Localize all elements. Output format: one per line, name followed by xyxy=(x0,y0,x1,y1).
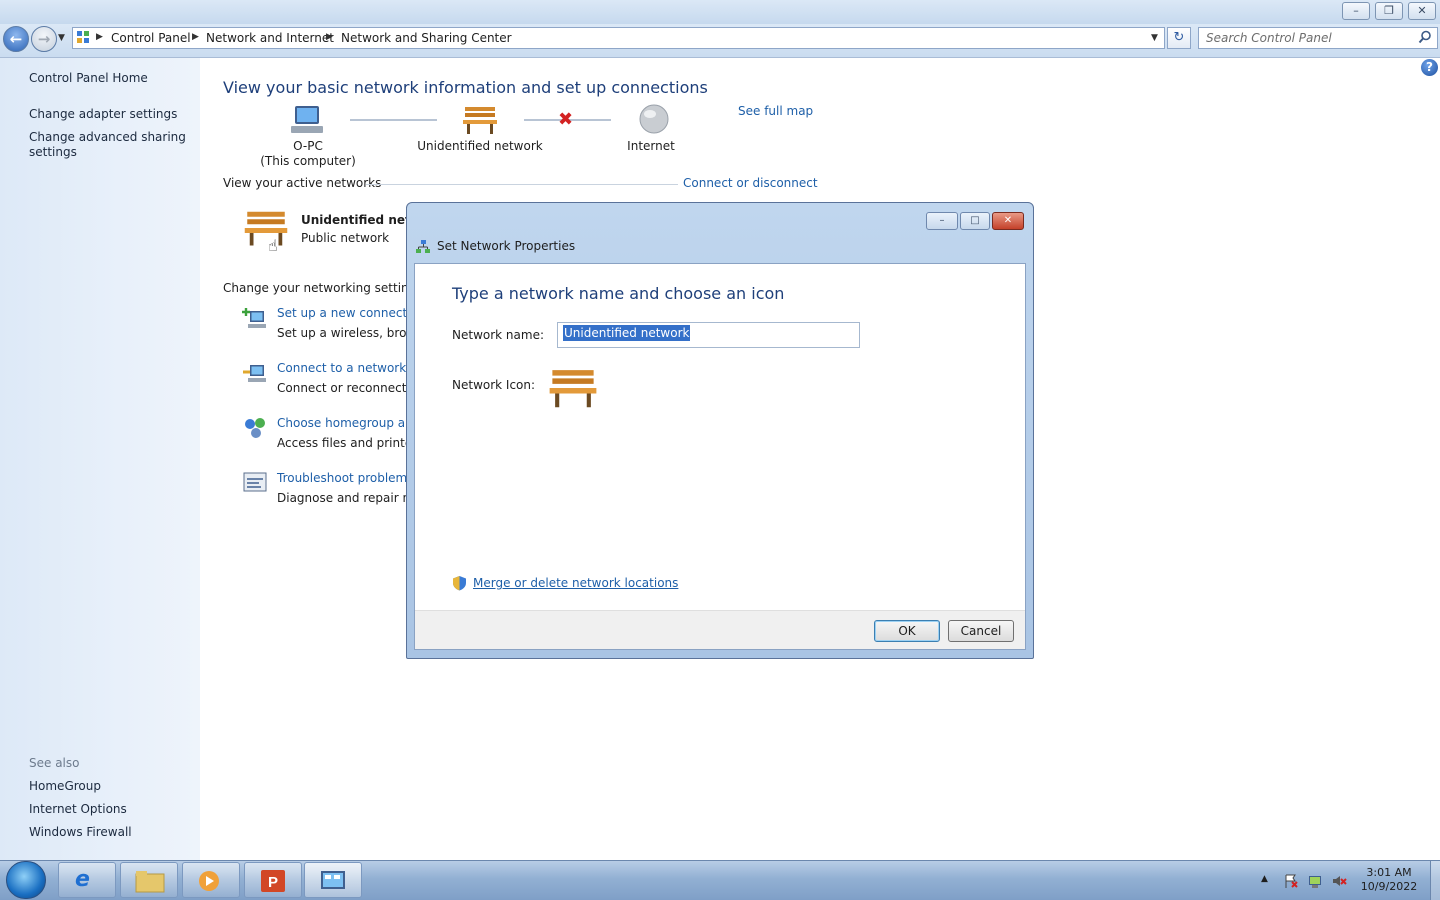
minimize-button[interactable]: – xyxy=(1342,2,1370,20)
dialog-heading: Type a network name and choose an icon xyxy=(452,284,785,303)
new-connection-icon xyxy=(242,308,266,328)
breadcrumb-control-panel[interactable]: Control Panel xyxy=(111,31,191,45)
taskbar-ie-button[interactable]: e xyxy=(58,862,116,898)
internet-explorer-icon: e xyxy=(75,867,90,892)
page-title: View your basic network information and … xyxy=(223,78,708,97)
network-map-label: Unidentified network xyxy=(417,139,543,153)
active-networks-label: View your active networks xyxy=(223,176,382,190)
internet-label: Internet xyxy=(627,139,675,153)
tray-clock[interactable]: 3:01 AM 10/9/2022 xyxy=(1352,866,1426,894)
homegroup-icon xyxy=(245,418,265,438)
restore-button[interactable]: ❐ xyxy=(1375,2,1403,20)
breadcrumb-network-sharing-center[interactable]: Network and Sharing Center xyxy=(341,31,512,45)
taskbar-media-player-button[interactable] xyxy=(182,862,240,898)
connect-network-icon xyxy=(243,365,266,382)
dialog-close-button[interactable]: ✕ xyxy=(992,212,1024,230)
dialog-title: Set Network Properties xyxy=(437,239,576,253)
control-panel-taskbar-icon xyxy=(321,871,345,889)
network-properties-icon xyxy=(416,240,430,253)
search-placeholder: Search Control Panel xyxy=(1206,31,1332,45)
bench-network-icon[interactable] xyxy=(462,104,498,136)
dialog-maximize-button[interactable]: □ xyxy=(960,212,990,230)
left-sidebar xyxy=(0,58,200,860)
task-setup-connection-link[interactable]: Set up a new connection xyxy=(277,306,425,320)
back-button[interactable]: ← xyxy=(3,26,29,52)
see-also-homegroup[interactable]: HomeGroup xyxy=(29,779,101,793)
taskbar-control-panel-button[interactable] xyxy=(304,862,362,898)
clock-time: 3:01 AM xyxy=(1366,866,1412,879)
taskbar-explorer-button[interactable] xyxy=(120,862,178,898)
taskbar-powerpoint-button[interactable]: P xyxy=(244,862,302,898)
task-homegroup-link[interactable]: Choose homegroup and xyxy=(277,416,420,430)
svg-text:P: P xyxy=(268,874,278,891)
dialog-minimize-button[interactable]: – xyxy=(926,212,958,230)
connect-disconnect-link[interactable]: Connect or disconnect xyxy=(683,176,818,190)
task-connect-network-link[interactable]: Connect to a network xyxy=(277,361,406,375)
section-divider xyxy=(366,184,678,185)
forward-button[interactable]: → xyxy=(31,26,57,52)
network-icon-label: Network Icon: xyxy=(452,378,536,392)
breadcrumb-network-internet[interactable]: Network and Internet xyxy=(206,31,334,45)
clock-date: 10/9/2022 xyxy=(1360,880,1418,893)
merge-delete-locations-link[interactable]: Merge or delete network locations xyxy=(473,576,678,590)
start-button[interactable] xyxy=(6,861,46,899)
active-network-type: Public network xyxy=(301,231,390,245)
ok-button[interactable]: OK xyxy=(874,620,940,642)
network-icon-picker[interactable] xyxy=(548,366,598,410)
folder-icon xyxy=(135,871,165,893)
sidebar-change-advanced-sharing[interactable]: Change advanced sharing xyxy=(29,130,186,144)
breadcrumb-separator-icon[interactable]: ▶ xyxy=(192,32,199,42)
sidebar-control-panel-home[interactable]: Control Panel Home xyxy=(29,71,148,85)
cancel-button[interactable]: Cancel xyxy=(948,620,1014,642)
volume-muted-icon[interactable] xyxy=(1331,873,1347,889)
sidebar-change-advanced-sharing-cont[interactable]: settings xyxy=(29,145,77,159)
show-hidden-icons-icon[interactable]: ▲ xyxy=(1261,874,1268,884)
breadcrumb-separator-icon[interactable]: ▶ xyxy=(326,32,333,42)
media-player-icon xyxy=(199,871,219,891)
network-tray-icon[interactable] xyxy=(1307,873,1323,889)
uac-shield-icon xyxy=(453,576,466,591)
troubleshoot-icon xyxy=(243,472,267,492)
show-desktop-button[interactable] xyxy=(1430,861,1440,900)
settings-section-label: Change your networking settings xyxy=(223,281,423,295)
sidebar-change-adapter-settings[interactable]: Change adapter settings xyxy=(29,107,177,121)
mouse-cursor-icon: ☝ xyxy=(268,236,278,255)
network-name-value[interactable]: Unidentified network xyxy=(563,325,691,341)
globe-icon[interactable] xyxy=(636,103,672,135)
breadcrumb-separator-icon[interactable]: ▶ xyxy=(96,32,103,42)
powerpoint-icon: P xyxy=(261,870,285,892)
address-dropdown-icon[interactable]: ▼ xyxy=(1151,33,1158,43)
task-homegroup-desc: Access files and printers xyxy=(277,436,424,450)
control-panel-icon xyxy=(77,31,89,43)
active-network-name: Unidentified netw xyxy=(301,213,422,227)
active-network-bench-icon[interactable] xyxy=(242,208,290,248)
disconnected-x-icon: ✖ xyxy=(558,109,574,130)
computer-name: O-PC xyxy=(293,139,323,153)
help-icon[interactable]: ? xyxy=(1421,59,1438,76)
see-also-internet-options[interactable]: Internet Options xyxy=(29,802,127,816)
computer-icon[interactable] xyxy=(289,104,325,136)
network-name-label: Network name: xyxy=(452,328,544,342)
map-connection-line xyxy=(350,119,437,121)
recent-pages-dropdown-icon[interactable]: ▼ xyxy=(58,33,65,43)
refresh-button[interactable]: ↻ xyxy=(1167,27,1191,49)
see-also-windows-firewall[interactable]: Windows Firewall xyxy=(29,825,132,839)
task-troubleshoot-link[interactable]: Troubleshoot problems xyxy=(277,471,413,485)
search-icon[interactable] xyxy=(1418,30,1432,44)
see-also-heading: See also xyxy=(29,756,80,770)
task-connect-network-desc: Connect or reconnect to xyxy=(277,381,423,395)
close-button[interactable]: ✕ xyxy=(1408,2,1436,20)
action-center-flag-icon[interactable] xyxy=(1283,873,1299,889)
window-titlebar xyxy=(0,0,1440,24)
see-full-map-link[interactable]: See full map xyxy=(738,104,813,118)
computer-subtitle: (This computer) xyxy=(260,154,356,168)
